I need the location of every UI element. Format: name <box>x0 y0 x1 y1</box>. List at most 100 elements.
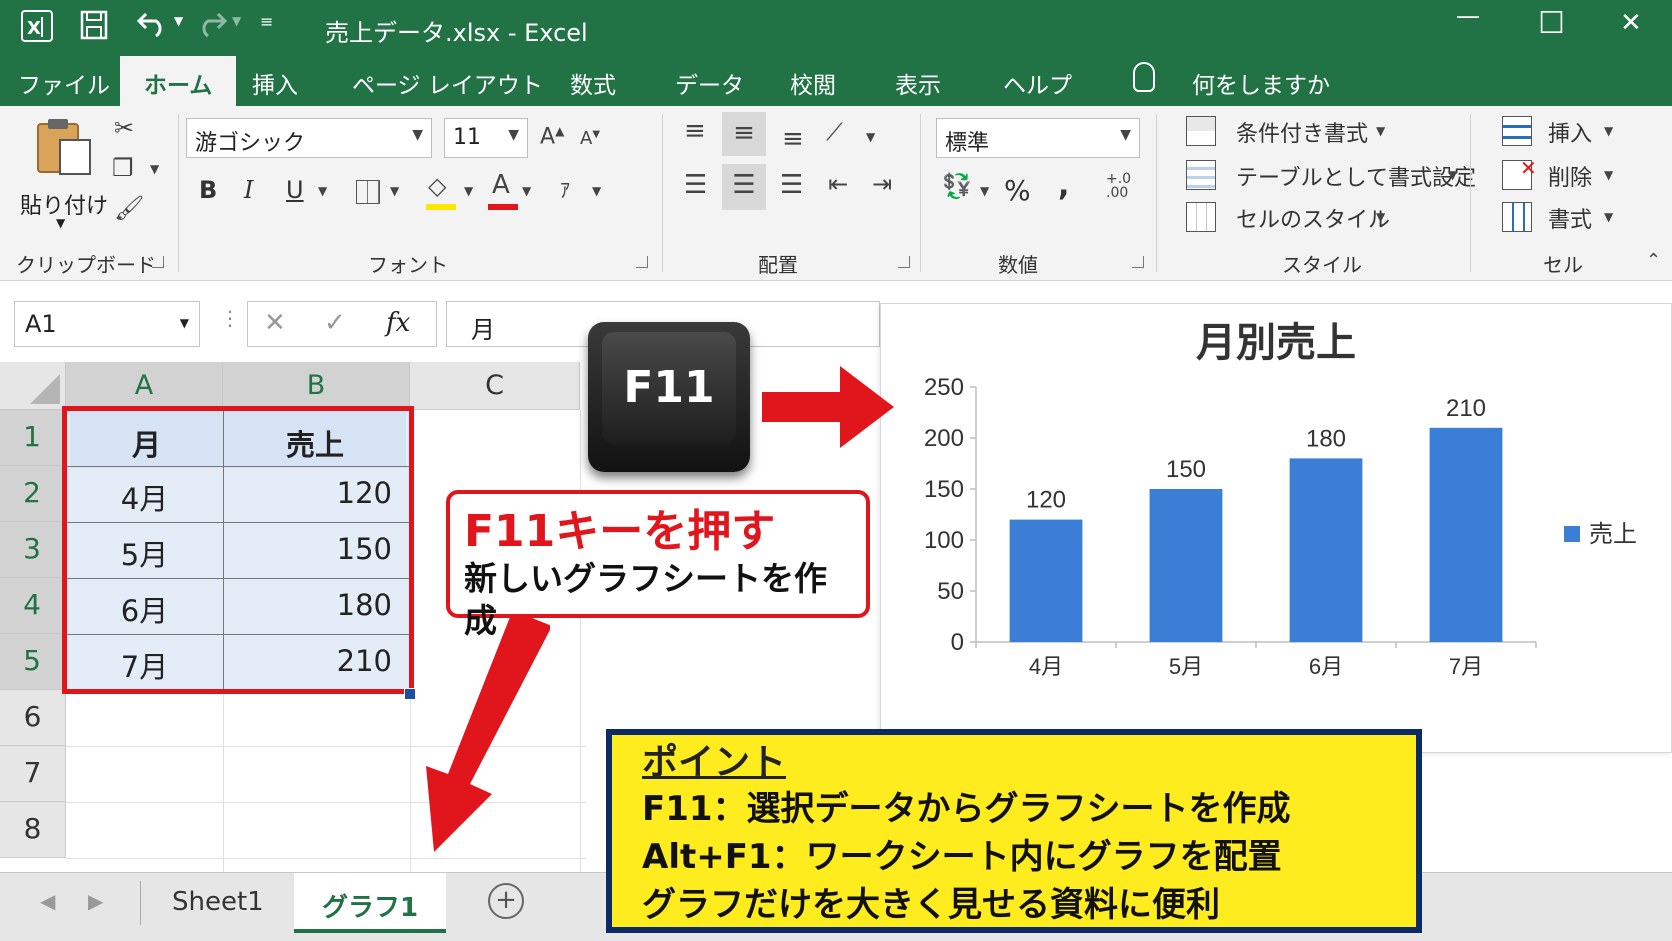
minimize-button[interactable]: — <box>1456 2 1480 30</box>
row-header-8[interactable]: 8 <box>0 802 66 858</box>
cell-styles-dropdown-icon[interactable]: ▼ <box>1376 210 1385 224</box>
cell-styles-icon[interactable] <box>1186 202 1216 232</box>
maximize-button[interactable]: ☐ <box>1538 6 1565 41</box>
scroll-right-icon[interactable]: ▶ <box>88 889 103 913</box>
underline-dropdown-icon[interactable]: ▼ <box>318 184 327 198</box>
align-left-icon[interactable]: ☰ <box>684 170 707 200</box>
tell-me-search[interactable]: 何をしますか <box>1192 66 1330 100</box>
alignment-launcher-icon[interactable] <box>898 256 910 268</box>
name-box[interactable]: A1 ▼ <box>14 301 200 347</box>
font-size-combo[interactable]: 11 ▼ <box>444 118 528 158</box>
cancel-icon[interactable]: ✕ <box>264 308 286 338</box>
orientation-dropdown-icon[interactable]: ▼ <box>866 130 875 144</box>
column-header-b[interactable]: B <box>223 362 410 410</box>
borders-dropdown-icon[interactable]: ▼ <box>390 184 399 198</box>
column-header-c[interactable]: C <box>410 362 580 410</box>
format-cells-icon[interactable] <box>1502 202 1532 232</box>
underline-button[interactable]: U <box>286 176 304 204</box>
fill-color-icon[interactable]: ◇ <box>428 172 446 200</box>
clipboard-launcher-icon[interactable] <box>152 256 164 268</box>
new-sheet-icon[interactable]: + <box>488 883 524 919</box>
format-painter-icon[interactable]: 🖌 <box>114 194 144 222</box>
currency-icon[interactable]: 💱 <box>942 172 972 200</box>
format-dropdown-icon[interactable]: ▼ <box>1604 210 1613 224</box>
tab-page-layout[interactable]: ページ レイアウト <box>352 66 543 100</box>
percent-button[interactable]: % <box>1004 174 1031 207</box>
save-icon[interactable] <box>80 10 108 46</box>
chart-area[interactable]: 月別売上 0 50 100 150 200 250 120 4月 150 5月 180 6月 210 7月 売… <box>880 303 1672 753</box>
font-name-combo[interactable]: 游ゴシック ▼ <box>186 118 432 158</box>
borders-icon[interactable] <box>356 180 380 204</box>
row-header-6[interactable]: 6 <box>0 690 66 746</box>
undo-icon[interactable] <box>136 8 170 44</box>
customize-qat-icon[interactable]: ≡ <box>260 12 273 31</box>
format-as-table-button[interactable]: テーブルとして書式設定 <box>1236 160 1476 192</box>
row-header-1[interactable]: 1 <box>0 410 66 466</box>
formula-bar-grip-icon[interactable]: ⋮ <box>220 306 240 330</box>
format-table-dropdown-icon[interactable]: ▼ <box>1448 168 1457 182</box>
number-launcher-icon[interactable] <box>1132 256 1144 268</box>
paste-dropdown-icon[interactable]: ▼ <box>56 216 65 230</box>
paste-button[interactable]: 貼り付け ▼ <box>18 116 108 236</box>
phonetic-dropdown-icon[interactable]: ▼ <box>592 184 601 198</box>
tab-data[interactable]: データ <box>675 66 744 100</box>
row-header-2[interactable]: 2 <box>0 466 66 522</box>
insert-cells-button[interactable]: 挿入 <box>1548 116 1592 148</box>
format-as-table-icon[interactable] <box>1186 160 1216 190</box>
tab-insert[interactable]: 挿入 <box>252 66 298 100</box>
decrease-indent-icon[interactable]: ⇤ <box>828 170 848 198</box>
insert-function-button[interactable]: fx <box>386 308 410 338</box>
copy-icon[interactable]: ❐ <box>112 154 134 182</box>
align-top-icon[interactable]: ≡ <box>684 116 706 146</box>
close-button[interactable]: ✕ <box>1620 8 1642 38</box>
undo-dropdown-icon[interactable]: ▼ <box>174 14 183 28</box>
redo-icon[interactable] <box>194 8 228 44</box>
row-header-4[interactable]: 4 <box>0 578 66 634</box>
row-header-5[interactable]: 5 <box>0 634 66 690</box>
tab-formulas[interactable]: 数式 <box>570 66 616 100</box>
increase-font-size-icon[interactable]: A▲ <box>540 124 564 149</box>
bold-button[interactable]: B <box>199 176 217 204</box>
scroll-left-icon[interactable]: ◀ <box>40 889 55 913</box>
select-all-corner[interactable] <box>0 362 66 410</box>
format-cells-button[interactable]: 書式 <box>1548 202 1592 234</box>
lightbulb-icon[interactable] <box>1133 62 1155 92</box>
collapse-ribbon-icon[interactable]: ⌃ <box>1646 250 1661 271</box>
number-format-combo[interactable]: 標準 ▼ <box>936 118 1140 158</box>
conditional-formatting-button[interactable]: 条件付き書式 <box>1236 116 1368 148</box>
orientation-icon[interactable]: ⟋ <box>826 118 843 146</box>
currency-dropdown-icon[interactable]: ▼ <box>980 184 989 198</box>
cell-styles-button[interactable]: セルのスタイル <box>1236 202 1390 234</box>
insert-dropdown-icon[interactable]: ▼ <box>1604 124 1613 138</box>
tab-view[interactable]: 表示 <box>895 66 941 100</box>
tab-review[interactable]: 校閲 <box>790 66 836 100</box>
cut-icon[interactable]: ✂ <box>114 114 134 142</box>
decrease-font-size-icon[interactable]: A▼ <box>580 128 600 149</box>
phonetic-guide-icon[interactable]: ｱ <box>560 174 570 203</box>
redo-dropdown-icon[interactable]: ▼ <box>232 14 241 28</box>
enter-icon[interactable]: ✓ <box>324 308 346 338</box>
font-color-icon[interactable]: A <box>492 170 510 200</box>
font-color-dropdown-icon[interactable]: ▼ <box>522 184 531 198</box>
italic-button[interactable]: I <box>244 176 253 204</box>
delete-cells-button[interactable]: 削除 <box>1548 160 1592 192</box>
insert-cells-icon[interactable] <box>1502 116 1532 146</box>
increase-indent-icon[interactable]: ⇥ <box>872 170 892 198</box>
tab-home[interactable]: ホーム <box>120 56 237 106</box>
delete-dropdown-icon[interactable]: ▼ <box>1604 168 1613 182</box>
conditional-dropdown-icon[interactable]: ▼ <box>1376 124 1385 138</box>
sheet-tab-chart1[interactable]: グラフ1 <box>294 873 447 933</box>
row-header-3[interactable]: 3 <box>0 522 66 578</box>
sheet-tab-sheet1[interactable]: Sheet1 <box>144 873 292 933</box>
conditional-formatting-icon[interactable] <box>1186 116 1216 146</box>
align-center-icon[interactable]: ☰ <box>722 164 766 210</box>
row-header-7[interactable]: 7 <box>0 746 66 802</box>
fill-color-dropdown-icon[interactable]: ▼ <box>464 184 473 198</box>
font-launcher-icon[interactable] <box>636 256 648 268</box>
copy-dropdown-icon[interactable]: ▼ <box>150 162 159 176</box>
tab-help[interactable]: ヘルプ <box>1003 66 1072 100</box>
column-header-a[interactable]: A <box>66 362 223 410</box>
increase-decimal-icon[interactable]: +.0.00 <box>1106 172 1131 200</box>
align-middle-icon[interactable]: ≡ <box>722 112 766 156</box>
tab-file[interactable]: ファイル <box>18 66 110 100</box>
